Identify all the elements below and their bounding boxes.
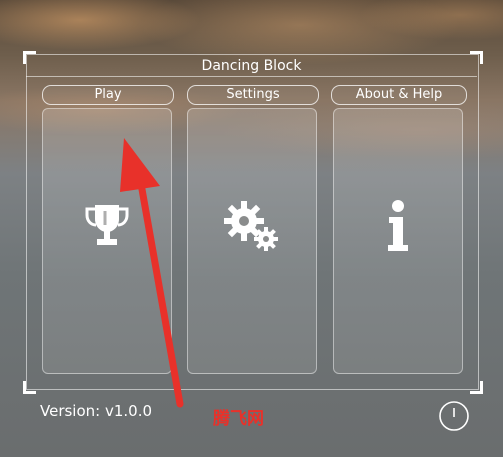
play-panel[interactable] (42, 108, 172, 374)
version-label: Version: v1.0.0 (40, 402, 153, 420)
window-title: Dancing Block (26, 56, 477, 77)
tab-about-help[interactable]: About & Help (331, 85, 467, 105)
frame-corner-bottom-left (23, 381, 36, 394)
power-icon[interactable] (438, 400, 470, 432)
watermark-text: 腾飞网 (213, 409, 264, 429)
trophy-icon (85, 205, 129, 245)
tab-settings[interactable]: Settings (187, 85, 319, 105)
tab-play[interactable]: Play (42, 85, 174, 105)
frame-corner-bottom-right (470, 381, 483, 394)
gears-icon (224, 201, 278, 251)
about-help-panel[interactable] (333, 108, 463, 374)
info-icon (388, 200, 408, 251)
settings-panel[interactable] (187, 108, 317, 374)
